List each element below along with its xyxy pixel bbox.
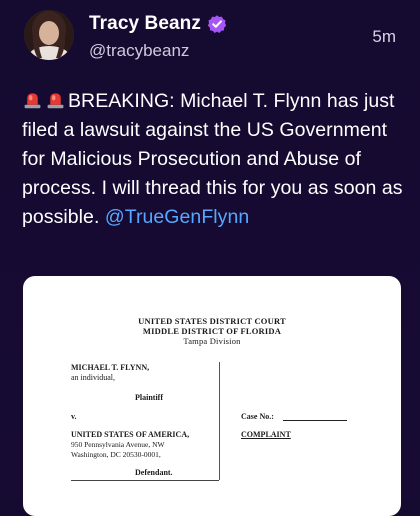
defendant-role: Defendant.	[135, 468, 173, 477]
police-light-icon	[24, 93, 41, 109]
tweet-body: BREAKING: Michael T. Flynn has just file…	[22, 87, 414, 232]
complaint-document: UNITED STATES DISTRICT COURT MIDDLE DIST…	[23, 276, 401, 516]
author-name-row: Tracy Beanz	[89, 13, 227, 35]
plaintiff-role: Plaintiff	[135, 393, 163, 402]
avatar-photo	[24, 10, 74, 60]
user-handle[interactable]: @tracybeanz	[89, 41, 189, 61]
timestamp[interactable]: 5m	[372, 27, 396, 47]
caption-bottom-rule	[71, 480, 219, 481]
police-light-icon	[47, 93, 64, 109]
plaintiff-description: an individual,	[71, 373, 115, 382]
defendant-address-line1: 950 Pennsylvania Avenue, NW	[71, 440, 165, 449]
defendant-name: UNITED STATES OF AMERICA,	[71, 430, 190, 439]
court-division: Tampa Division	[183, 336, 241, 346]
avatar[interactable]	[24, 10, 74, 60]
complaint-title: COMPLAINT	[241, 430, 291, 439]
court-name: UNITED STATES DISTRICT COURT	[138, 316, 286, 326]
defendant-address-line2: Washington, DC 20530-0001,	[71, 450, 161, 459]
defendant-address: 950 Pennsylvania Avenue, NW Washington, …	[71, 440, 165, 460]
mention-link[interactable]: @TrueGenFlynn	[105, 206, 249, 228]
display-name[interactable]: Tracy Beanz	[89, 13, 201, 35]
verified-badge-icon	[207, 15, 227, 33]
court-header: UNITED STATES DISTRICT COURT MIDDLE DIST…	[23, 316, 401, 346]
court-district: MIDDLE DISTRICT OF FLORIDA	[142, 326, 282, 336]
case-number-blank	[283, 420, 347, 421]
plaintiff-name: MICHAEL T. FLYNN,	[71, 363, 150, 372]
versus-label: v.	[71, 412, 77, 421]
case-number-label: Case No.:	[241, 412, 274, 421]
caption-divider	[219, 362, 220, 480]
attached-document-image[interactable]: UNITED STATES DISTRICT COURT MIDDLE DIST…	[23, 276, 401, 516]
